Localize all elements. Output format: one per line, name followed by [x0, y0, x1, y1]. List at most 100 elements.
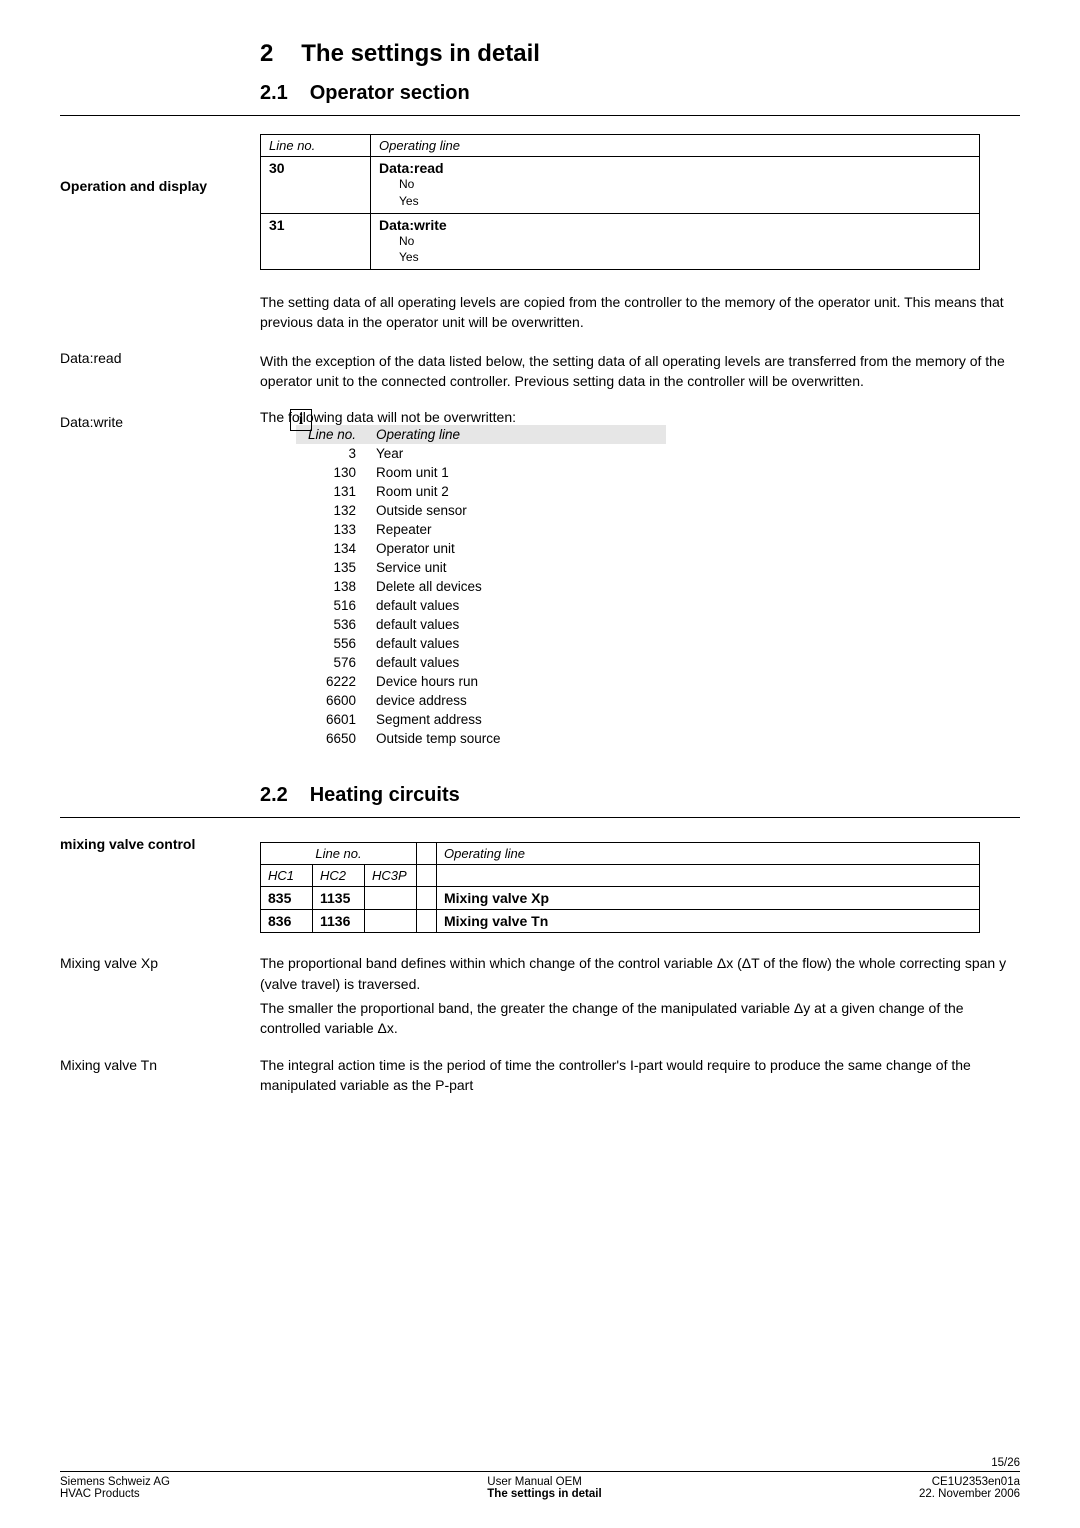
- col-hc2: HC2: [313, 865, 365, 887]
- cell-operating-line: Service unit: [366, 558, 666, 577]
- table-row: 516default values: [296, 596, 666, 615]
- side-label-operation-display: Operation and display: [60, 178, 250, 194]
- table-row: 6601Segment address: [296, 710, 666, 729]
- section-22-number: 2.2: [260, 784, 288, 807]
- footer-left: Siemens Schweiz AG HVAC Products: [60, 1476, 170, 1500]
- cell-operating-line: Device hours run: [366, 672, 666, 691]
- table-row: 576default values: [296, 653, 666, 672]
- side-label-mixing-valve-control: mixing valve control: [60, 836, 250, 852]
- cell-line-no: 134: [296, 539, 366, 558]
- paragraph-xp-1: The proportional band defines within whi…: [260, 953, 1020, 994]
- table-row: 556default values: [296, 634, 666, 653]
- col-operating-line: Operating line: [371, 135, 980, 157]
- cell-hc2: 1135: [313, 887, 365, 910]
- cell-hc3p: [365, 887, 417, 910]
- col-line-no: Line no.: [261, 135, 371, 157]
- cell-operating-line: default values: [366, 615, 666, 634]
- col-operating-line: Operating line: [437, 843, 980, 865]
- section-21-title: Operator section: [310, 82, 470, 104]
- table-row: 6600device address: [296, 691, 666, 710]
- cell-line-no: 6222: [296, 672, 366, 691]
- divider: [60, 115, 1020, 116]
- cell-operating-line: Delete all devices: [366, 577, 666, 596]
- divider: [60, 817, 1020, 818]
- page-number: 15/26: [60, 1457, 1020, 1469]
- data-read-write-table: Line no. Operating line 30 Data:read No …: [260, 134, 980, 270]
- cell-hc3p: [365, 910, 417, 933]
- cell-line-no: 516: [296, 596, 366, 615]
- table-row: 536default values: [296, 615, 666, 634]
- cell-op: Mixing valve Tn: [437, 910, 980, 933]
- cell-op: Mixing valve Xp: [437, 887, 980, 910]
- table-row: 6650Outside temp source: [296, 729, 666, 748]
- table-row: 3Year: [296, 444, 666, 463]
- table-row: 31 Data:write No Yes: [261, 213, 980, 270]
- cell-operating-line: Data:write No Yes: [371, 213, 980, 270]
- cell-line-no: 31: [261, 213, 371, 270]
- cell-line-no: 556: [296, 634, 366, 653]
- cell-line-no: 576: [296, 653, 366, 672]
- section-21-number: 2.1: [260, 82, 288, 105]
- footer-section: The settings in detail: [487, 1488, 601, 1500]
- col-gap: [417, 843, 437, 865]
- table-row: 6222Device hours run: [296, 672, 666, 691]
- col-hc3p: HC3P: [365, 865, 417, 887]
- not-overwritten-table: Line no. Operating line 3Year130Room uni…: [296, 425, 666, 748]
- cell-operating-line: Year: [366, 444, 666, 463]
- col-group-line-no: Line no.: [261, 843, 417, 865]
- table-subheader-row: HC1 HC2 HC3P: [261, 865, 980, 887]
- cell-operating-line: Room unit 1: [366, 463, 666, 482]
- cell-line-no: 133: [296, 520, 366, 539]
- cell-line-no: 6601: [296, 710, 366, 729]
- row-opt-yes: Yes: [379, 194, 419, 208]
- cell-operating-line: Segment address: [366, 710, 666, 729]
- footer-doc-title: User Manual OEM: [487, 1476, 582, 1488]
- side-label-mixing-valve-tn: Mixing valve Tn: [60, 1057, 250, 1073]
- cell-line-no: 131: [296, 482, 366, 501]
- cell-line-no: 30: [261, 157, 371, 214]
- cell-line-no: 3: [296, 444, 366, 463]
- table-row: 134Operator unit: [296, 539, 666, 558]
- footer-center: User Manual OEM The settings in detail: [487, 1476, 601, 1500]
- col-gap: [417, 865, 437, 887]
- table-row: 133Repeater: [296, 520, 666, 539]
- cell-line-no: 536: [296, 615, 366, 634]
- paragraph-data-read: The setting data of all operating levels…: [260, 292, 1020, 333]
- cell-line-no: 135: [296, 558, 366, 577]
- cell-operating-line: Operator unit: [366, 539, 666, 558]
- footer-doc-id: CE1U2353en01a: [932, 1476, 1020, 1488]
- col-op-blank: [437, 865, 980, 887]
- table-header-row: Line no. Operating line: [261, 135, 980, 157]
- table-row: 835 1135 Mixing valve Xp: [261, 887, 980, 910]
- footer-company: Siemens Schweiz AG: [60, 1476, 170, 1488]
- cell-hc2: 1136: [313, 910, 365, 933]
- cell-gap: [417, 887, 437, 910]
- cell-operating-line: Data:read No Yes: [371, 157, 980, 214]
- cell-hc1: 836: [261, 910, 313, 933]
- table-row: 130Room unit 1: [296, 463, 666, 482]
- cell-operating-line: Room unit 2: [366, 482, 666, 501]
- table-row: 131Room unit 2: [296, 482, 666, 501]
- table-row: 132Outside sensor: [296, 501, 666, 520]
- page-footer: 15/26 Siemens Schweiz AG HVAC Products U…: [60, 1457, 1020, 1500]
- row-opt-yes: Yes: [379, 250, 419, 264]
- mixing-valve-table: Line no. Operating line HC1 HC2 HC3P 835…: [260, 842, 980, 933]
- side-label-data-read: Data:read: [60, 350, 250, 366]
- cell-line-no: 6600: [296, 691, 366, 710]
- cell-operating-line: Outside temp source: [366, 729, 666, 748]
- cell-operating-line: default values: [366, 653, 666, 672]
- table-row: 138Delete all devices: [296, 577, 666, 596]
- footer-division: HVAC Products: [60, 1488, 140, 1500]
- paragraph-tn: The integral action time is the period o…: [260, 1055, 1020, 1096]
- cell-operating-line: Repeater: [366, 520, 666, 539]
- cell-line-no: 6650: [296, 729, 366, 748]
- col-hc1: HC1: [261, 865, 313, 887]
- cell-line-no: 130: [296, 463, 366, 482]
- paragraph-data-write: With the exception of the data listed be…: [260, 351, 1020, 392]
- side-label-mixing-valve-xp: Mixing valve Xp: [60, 955, 250, 971]
- table1-container: Line no. Operating line 30 Data:read No …: [260, 134, 1020, 270]
- section-22-heading: 2.2 Heating circuits: [260, 784, 1020, 807]
- info-icon: i: [290, 409, 312, 431]
- row-title: Data:read: [379, 160, 444, 176]
- cell-operating-line: default values: [366, 634, 666, 653]
